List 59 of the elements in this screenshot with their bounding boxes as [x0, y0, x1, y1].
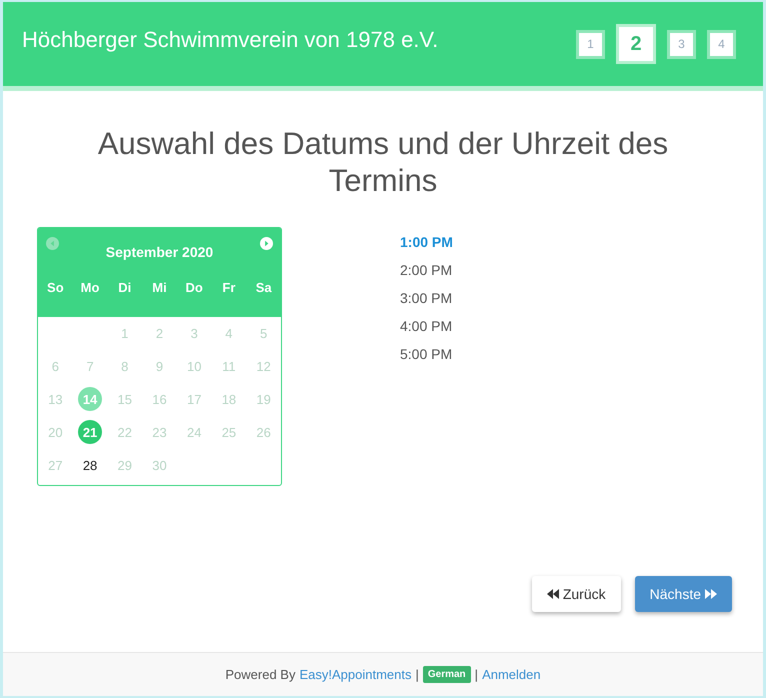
calendar-day: 24	[182, 420, 206, 444]
weekday-label: Sa	[254, 280, 273, 296]
time-slot[interactable]: 3:00 PM	[400, 290, 453, 306]
next-month-icon[interactable]	[260, 237, 273, 250]
calendar-day: 18	[216, 387, 241, 412]
calendar-day: 20	[43, 420, 68, 444]
calendar-day: 23	[147, 420, 172, 444]
calendar-day: 27	[43, 453, 68, 478]
calendar-day[interactable]: 21	[78, 420, 102, 444]
weekday-label: Mo	[80, 280, 100, 296]
step-indicator[interactable]: 4	[707, 30, 736, 58]
step-indicator[interactable]: 1	[576, 30, 605, 58]
step-indicator[interactable]: 2	[616, 24, 656, 64]
calendar-day: 29	[112, 453, 137, 478]
calendar-day: 2	[147, 321, 172, 346]
calendar-day: 15	[112, 387, 137, 412]
weekday-label: Fr	[221, 280, 236, 296]
calendar-day: 4	[216, 321, 241, 346]
step-indicator[interactable]: 3	[667, 30, 696, 58]
weekday-label: Do	[184, 280, 204, 296]
calendar-day: 12	[252, 354, 276, 378]
calendar-day: 17	[182, 387, 206, 412]
brand-link[interactable]: Easy!Appointments	[299, 667, 412, 682]
calendar-day: 19	[252, 387, 276, 412]
time-slot[interactable]: 2:00 PM	[400, 262, 453, 278]
calendar-day: 16	[147, 387, 172, 412]
time-slot[interactable]: 1:00 PM	[400, 234, 453, 250]
separator: |	[474, 667, 478, 682]
weekday-label: Di	[117, 280, 132, 296]
calendar-day: 22	[112, 420, 137, 444]
powered-by-text: Powered By	[225, 667, 296, 682]
calendar-day: 10	[182, 354, 206, 378]
separator: |	[415, 667, 419, 682]
calendar-day: 11	[216, 354, 241, 378]
calendar-day: 26	[252, 420, 276, 444]
calendar-day: 5	[252, 321, 276, 346]
back-button[interactable]: Zurück	[532, 576, 621, 612]
month-title: September 2020	[104, 243, 214, 260]
double-left-arrow-icon	[546, 588, 560, 600]
login-link[interactable]: Anmelden	[482, 667, 541, 682]
calendar-day[interactable]: 28	[78, 453, 102, 478]
weekday-label: So	[46, 280, 65, 296]
calendar-day: 9	[147, 354, 172, 378]
page-heading: Auswahl des Datums und der Uhrzeit des Termins	[96, 125, 670, 200]
time-slot[interactable]: 5:00 PM	[400, 346, 453, 362]
double-right-arrow-icon	[704, 588, 717, 600]
time-slot[interactable]: 4:00 PM	[400, 318, 453, 334]
calendar-day: 13	[43, 387, 68, 412]
next-button[interactable]: Nächste	[634, 576, 732, 612]
language-badge[interactable]: German	[422, 666, 471, 683]
calendar-day: 1	[112, 321, 137, 346]
calendar-day: 6	[43, 354, 68, 378]
site-title: Höchberger Schwimmverein von 1978 e.V.	[22, 27, 440, 54]
weekday-label: Mi	[151, 280, 168, 296]
calendar-day: 8	[112, 354, 137, 378]
calendar-day: 3	[182, 321, 206, 346]
calendar-day: 7	[78, 354, 102, 378]
calendar-day: 25	[216, 420, 241, 444]
calendar-day: 30	[147, 453, 172, 478]
